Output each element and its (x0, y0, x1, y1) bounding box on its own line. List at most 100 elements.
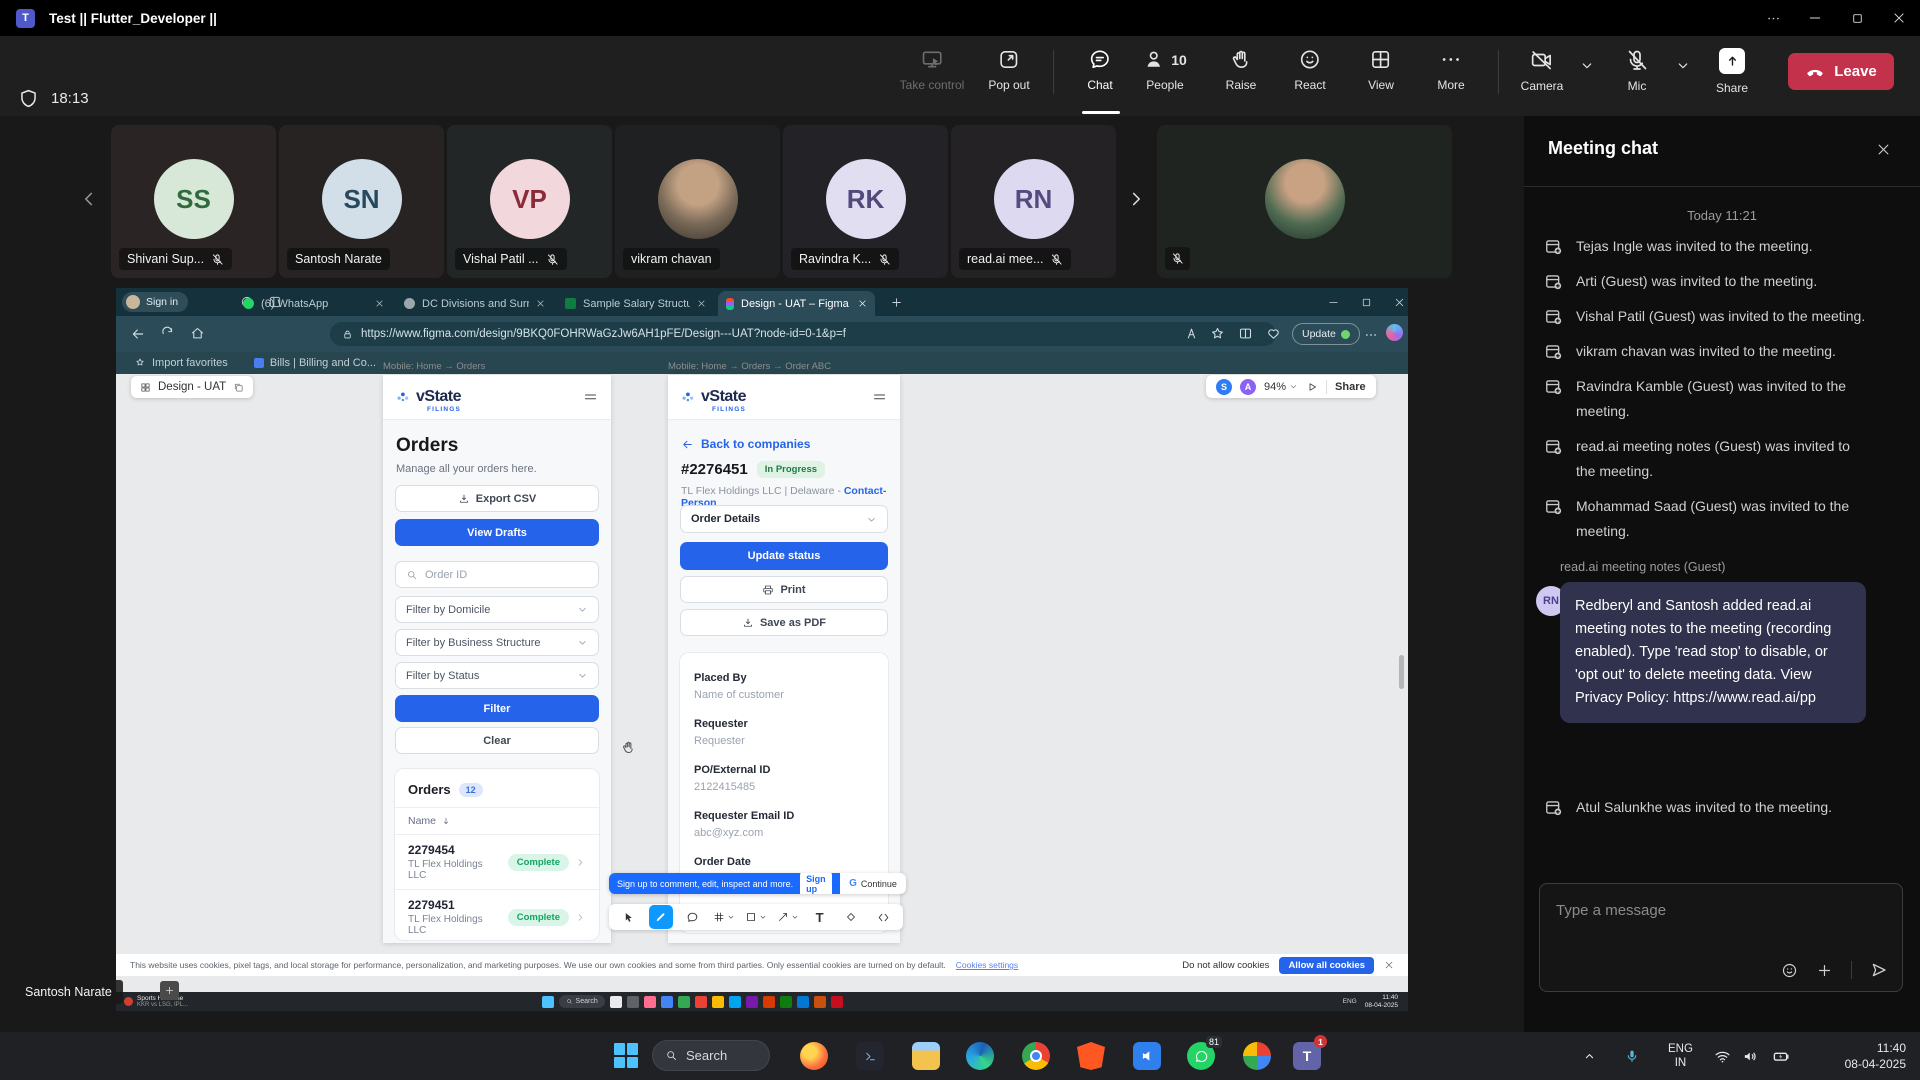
participant-tile[interactable]: SS Shivani Sup... (111, 125, 276, 278)
terminal-app-icon[interactable] (856, 1042, 884, 1070)
filter-status-dropdown[interactable]: Filter by Status (395, 662, 599, 689)
copy-link-icon[interactable] (233, 382, 244, 393)
presenter-app-icon[interactable] (644, 996, 656, 1008)
emoji-icon[interactable] (1781, 962, 1798, 979)
allow-cookies-button[interactable]: Allow all cookies (1279, 957, 1374, 974)
presenter-app-icon[interactable] (763, 996, 775, 1008)
signup-button[interactable]: Sign up (800, 873, 832, 894)
pop-out-button[interactable]: Pop out (988, 48, 1029, 92)
favorites-star-icon[interactable] (1210, 326, 1225, 341)
copilot-icon[interactable] (1386, 324, 1403, 341)
chat-input-box[interactable]: Type a message (1539, 883, 1903, 992)
presenter-app-icon[interactable] (712, 996, 724, 1008)
vscode-icon[interactable] (1133, 1042, 1161, 1070)
presenter-app-icon[interactable] (746, 996, 758, 1008)
presenter-search[interactable]: Search (559, 995, 605, 1008)
clear-button[interactable]: Clear (395, 727, 599, 754)
chat-button[interactable]: Chat (1087, 48, 1112, 92)
participant-tile[interactable]: SN Santosh Narate (279, 125, 444, 278)
attach-plus-icon[interactable] (1816, 962, 1833, 979)
deny-cookies-link[interactable]: Do not allow cookies (1182, 960, 1269, 971)
presenter-start-icon[interactable] (542, 996, 554, 1008)
shape-tool-icon[interactable] (744, 905, 768, 929)
whatsapp-icon[interactable]: 81 (1187, 1042, 1215, 1070)
edge-icon[interactable] (966, 1042, 994, 1070)
move-tool-icon[interactable] (617, 905, 641, 929)
browser-tab[interactable]: (6) WhatsApp (235, 291, 392, 316)
tab-close-icon[interactable] (697, 299, 706, 308)
connector-tool-icon[interactable] (776, 905, 800, 929)
home-icon[interactable] (190, 326, 205, 341)
chat-close-icon[interactable] (1876, 142, 1891, 157)
order-details-dropdown[interactable]: Order Details (680, 505, 888, 533)
hamburger-menu-icon[interactable] (872, 390, 887, 405)
brave-icon[interactable] (1077, 1042, 1105, 1070)
split-screen-icon[interactable] (1238, 326, 1253, 341)
back-icon[interactable] (130, 326, 146, 342)
share-button[interactable]: Share (1716, 48, 1748, 95)
participant-tile[interactable]: VP Vishal Patil ... (447, 125, 612, 278)
browser-window-controls[interactable] (1328, 297, 1405, 308)
presenter-app-icon[interactable] (661, 996, 673, 1008)
browser-menu-icon[interactable] (1364, 328, 1378, 342)
comment-tool-icon[interactable] (680, 905, 704, 929)
new-tab-icon[interactable] (890, 296, 903, 309)
filter-domicile-dropdown[interactable]: Filter by Domicile (395, 596, 599, 623)
component-tool-icon[interactable] (839, 905, 863, 929)
camera-options-chevron-icon[interactable] (1580, 58, 1595, 73)
name-column-header[interactable]: Name (395, 808, 599, 834)
presenter-lang[interactable]: ENG (1343, 998, 1357, 1005)
hamburger-menu-icon[interactable] (583, 390, 598, 405)
canvas-scrollbar[interactable] (1399, 655, 1404, 689)
import-favorites-button[interactable]: Import favorites (134, 357, 228, 369)
file-explorer-icon[interactable] (912, 1042, 940, 1070)
participant-tile[interactable]: RN read.ai mee... (951, 125, 1116, 278)
taskbar-search[interactable]: Search (652, 1040, 770, 1071)
window-more-icon[interactable] (1752, 0, 1794, 36)
update-status-button[interactable]: Update status (680, 542, 888, 570)
tray-wifi-icon[interactable] (1714, 1032, 1731, 1080)
presenter-app-icon[interactable] (678, 996, 690, 1008)
google-continue-button[interactable]: G Continue (840, 873, 906, 894)
presenter-app-icon[interactable] (695, 996, 707, 1008)
participant-tile[interactable]: RK Ravindra K... (783, 125, 948, 278)
cookie-banner-close-icon[interactable] (1384, 960, 1394, 970)
pen-tool-icon[interactable] (649, 905, 673, 929)
browser-tab[interactable]: Sample Salary Structure with calc (557, 291, 714, 316)
browser-tab-active[interactable]: Design - UAT – Figma (718, 291, 875, 316)
refresh-icon[interactable] (160, 326, 175, 341)
mic-options-chevron-icon[interactable] (1676, 58, 1691, 73)
camera-button[interactable]: Camera (1521, 48, 1564, 93)
filter-button[interactable]: Filter (395, 695, 599, 722)
mic-button[interactable]: Mic (1625, 48, 1649, 93)
presenter-clock[interactable]: 11:40 08-04-2025 (1365, 994, 1398, 1009)
window-minimize-button[interactable] (1794, 0, 1836, 36)
people-button[interactable]: 10 People (1143, 48, 1187, 92)
order-row[interactable]: 2279454 TL Flex Holdings LLC Complete (395, 835, 599, 889)
tray-mic-icon[interactable] (1624, 1032, 1640, 1080)
cookie-settings-link[interactable]: Cookies settings (956, 960, 1018, 970)
browser-essentials-icon[interactable] (1266, 326, 1281, 341)
export-csv-button[interactable]: Export CSV (395, 485, 599, 512)
text-tool-icon[interactable]: T (808, 905, 832, 929)
presenter-app-icon[interactable] (610, 996, 622, 1008)
figma-frame-orders[interactable]: vStateFILINGS Orders Manage all your ord… (383, 375, 611, 943)
tab-close-icon[interactable] (375, 299, 384, 308)
collaborator-avatar[interactable]: S (1216, 379, 1232, 395)
google-app-icon[interactable] (1243, 1042, 1271, 1070)
participant-tile[interactable]: vikram chavan (615, 125, 780, 278)
firefox-icon[interactable] (800, 1042, 828, 1070)
presenter-app-icon[interactable] (814, 996, 826, 1008)
tray-expand-icon[interactable] (1582, 1032, 1597, 1080)
presenter-app-icon[interactable] (627, 996, 639, 1008)
tray-volume-icon[interactable] (1742, 1032, 1759, 1080)
tab-close-icon[interactable] (536, 299, 545, 308)
url-bar[interactable]: https://www.figma.com/design/9BKQ0FOHRWa… (330, 322, 1276, 346)
save-as-pdf-button[interactable]: Save as PDF (680, 609, 888, 636)
leave-button[interactable]: Leave (1788, 53, 1894, 90)
teams-icon[interactable]: T 1 (1293, 1042, 1321, 1070)
gallery-next-icon[interactable] (1125, 188, 1147, 210)
presenter-app-icon[interactable] (729, 996, 741, 1008)
more-button[interactable]: More (1437, 48, 1464, 92)
read-aloud-icon[interactable] (1184, 326, 1199, 341)
